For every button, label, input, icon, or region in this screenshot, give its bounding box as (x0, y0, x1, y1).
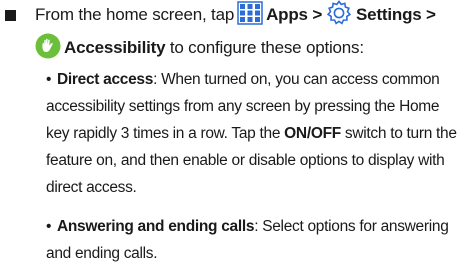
settings-label: Settings > (356, 5, 436, 24)
settings-gear-icon (325, 0, 353, 32)
apps-grid-icon (237, 0, 263, 30)
item-line: accessibility settings from any screen b… (46, 98, 440, 115)
accessibility-hand-icon (35, 33, 61, 64)
item-text: switch to turn the (340, 125, 457, 142)
item-title: Direct access (57, 71, 154, 88)
item-line: Answering and ending calls: Select optio… (46, 213, 449, 240)
item-text: : When turned on, you can access common (153, 71, 440, 88)
apps-label: Apps > (266, 5, 323, 24)
intro-line-1: From the home screen, tap Apps > Setting… (35, 0, 436, 32)
item-line: key rapidly 3 times in a row. Tap the ON… (46, 120, 457, 147)
item-line: and ending calls. (46, 245, 158, 262)
item-line: direct access. (46, 179, 137, 196)
item-text: key rapidly 3 times in a row. Tap the (46, 125, 285, 142)
on-off-label: ON/OFF (284, 125, 341, 142)
bullet-dot: • (46, 71, 52, 88)
manual-page: From the home screen, tap Apps > Setting… (0, 0, 474, 268)
item-text: : Select options for answering (254, 218, 449, 235)
item-line: Direct access: When turned on, you can a… (46, 66, 457, 93)
intro-from-text: From the home screen, tap (35, 5, 235, 24)
configure-text: to configure these options: (169, 38, 364, 57)
square-bullet-icon (5, 10, 16, 21)
item-title: Answering and ending calls (57, 218, 255, 235)
item-line: feature on, and then enable or disable o… (46, 152, 445, 169)
bullet-dot: • (46, 218, 52, 235)
accessibility-label: Accessibility (64, 38, 166, 57)
list-item-direct-access: • Direct access: When turned on, you can… (46, 66, 457, 201)
intro-line-2: Accessibility to configure these options… (35, 33, 364, 64)
list-item-answering-calls: • Answering and ending calls: Select opt… (46, 213, 449, 267)
